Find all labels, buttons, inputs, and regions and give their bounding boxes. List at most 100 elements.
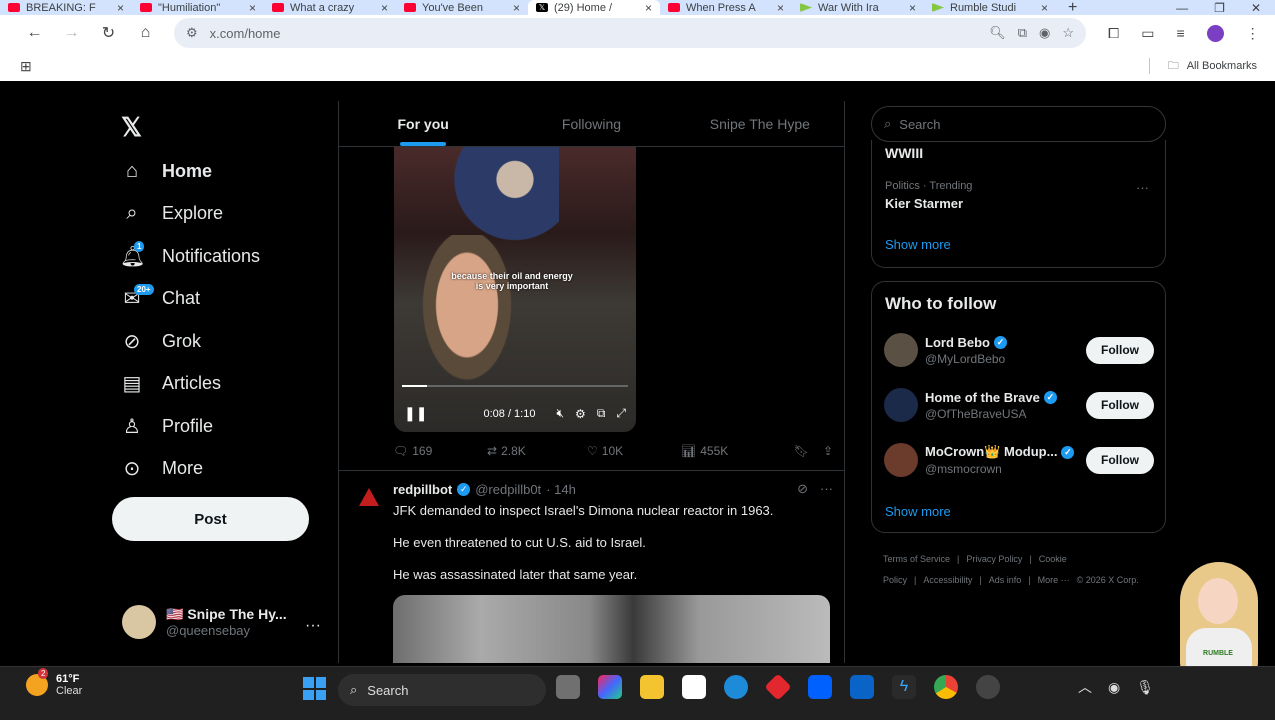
follow-suggestion[interactable]: MoCrown👑 Modup... ✓ @msmocrown Follow xyxy=(884,440,1154,480)
tab-following[interactable]: Following xyxy=(507,101,675,146)
forward-arrow-icon[interactable]: → xyxy=(55,24,88,42)
settings-gear-icon[interactable]: ⚙ xyxy=(575,407,586,421)
video-progress-bar[interactable] xyxy=(402,385,628,387)
media-controls-icon[interactable]: ≡ xyxy=(1176,25,1184,41)
bookmark-icon[interactable]: 🔖︎ xyxy=(794,444,809,458)
fullscreen-icon[interactable]: ⤢ xyxy=(616,406,626,421)
tweet-author-name[interactable]: redpillbot xyxy=(393,482,452,497)
app-icon[interactable] xyxy=(764,673,792,701)
edge-icon[interactable] xyxy=(724,675,748,699)
restore-icon[interactable]: ❐ xyxy=(1214,1,1225,15)
lightning-app-icon[interactable]: ϟ xyxy=(892,675,916,699)
menu-kebab-icon[interactable]: ⋮ xyxy=(1246,25,1260,42)
all-bookmarks-link[interactable]: All Bookmarks xyxy=(1187,60,1257,72)
browser-tab[interactable]: When Press A × xyxy=(660,0,792,15)
follow-suggestion[interactable]: Home of the Brave ✓ @OfTheBraveUSA Follow xyxy=(884,385,1154,425)
footer-link[interactable]: Ads info xyxy=(989,575,1022,585)
avatar[interactable] xyxy=(884,443,918,477)
grok-icon[interactable]: ⊘ xyxy=(797,481,808,497)
chevron-up-icon[interactable]: ︿ xyxy=(1078,677,1092,697)
search-input[interactable]: ⌕ Search xyxy=(871,106,1166,142)
browser-tab[interactable]: BREAKING: F × xyxy=(0,0,132,15)
tweet-author-handle[interactable]: @redpillb0t xyxy=(475,482,541,497)
footer-link[interactable]: Terms of Service xyxy=(883,554,950,564)
tab-close-icon[interactable]: × xyxy=(513,1,520,15)
sidebar-item-notifications[interactable]: 🔔︎ 1 Notifications xyxy=(120,235,260,278)
file-explorer-icon[interactable] xyxy=(640,675,664,699)
back-arrow-icon[interactable]: ← xyxy=(18,24,51,42)
star-bookmark-icon[interactable]: ☆ xyxy=(1062,25,1074,41)
picture-in-picture-icon[interactable]: ⧉ xyxy=(597,406,606,421)
microphone-icon[interactable]: 🎙︎ xyxy=(1136,679,1154,696)
cast-icon[interactable]: ▭ xyxy=(1141,25,1154,42)
share-icon[interactable]: ⇪ xyxy=(823,444,833,458)
address-url[interactable]: x.com/home xyxy=(210,26,978,41)
sidebar-item-more[interactable]: ⊙ More xyxy=(120,448,260,491)
account-more-icon[interactable]: ··· xyxy=(305,617,321,635)
windows-start-icon[interactable] xyxy=(303,677,326,700)
mute-icon[interactable]: 🔇︎ xyxy=(556,406,564,421)
eye-icon[interactable]: ◉ xyxy=(1039,25,1050,41)
install-app-icon[interactable]: ⧉ xyxy=(1018,25,1027,41)
follow-name[interactable]: Lord Bebo xyxy=(925,335,990,350)
tab-snipe-the-hype[interactable]: Snipe The Hype xyxy=(676,101,844,146)
tab-close-icon[interactable]: × xyxy=(1041,1,1048,15)
obs-icon[interactable] xyxy=(976,675,1000,699)
tab-close-icon[interactable]: × xyxy=(249,1,256,15)
sidebar-item-profile[interactable]: ♙ Profile xyxy=(120,405,260,448)
extensions-icon[interactable]: ⧠ xyxy=(1108,25,1119,42)
follow-name[interactable]: Home of the Brave xyxy=(925,390,1040,405)
outlook-icon[interactable] xyxy=(850,675,874,699)
post-button[interactable]: Post xyxy=(112,497,309,541)
zoom-icon[interactable]: 🔍︎ xyxy=(989,25,1006,41)
video-player[interactable]: because their oil and energy is very imp… xyxy=(394,147,636,432)
views-button[interactable]: 📊︎ 455K xyxy=(681,444,785,458)
browser-tab[interactable]: Rumble Studi × xyxy=(924,0,1056,15)
trend-name[interactable]: WWIII xyxy=(885,145,923,161)
footer-link[interactable]: More ··· xyxy=(1038,575,1070,585)
browser-tab[interactable]: "Humiliation" × xyxy=(132,0,264,15)
follow-button[interactable]: Follow xyxy=(1086,336,1154,364)
sidebar-item-chat[interactable]: ✉ 20+ Chat xyxy=(120,278,260,321)
tweet-media[interactable] xyxy=(393,595,830,663)
weather-widget[interactable]: 2 61°F Clear xyxy=(26,668,82,697)
reply-button[interactable]: 🗨︎ 169 xyxy=(393,444,487,458)
trend-more-icon[interactable]: ··· xyxy=(1136,180,1149,195)
tweet-more-icon[interactable]: ··· xyxy=(820,481,833,497)
taskbar-search[interactable]: ⌕ Search xyxy=(338,674,546,706)
show-more-link[interactable]: Show more xyxy=(885,504,951,519)
trend-name[interactable]: Kier Starmer xyxy=(885,196,963,211)
show-more-link[interactable]: Show more xyxy=(885,237,951,252)
minimize-icon[interactable]: — xyxy=(1176,1,1188,15)
tab-close-icon[interactable]: × xyxy=(117,1,124,15)
avatar[interactable] xyxy=(884,388,918,422)
tab-close-icon[interactable]: × xyxy=(909,1,916,15)
home-button-icon[interactable]: ⌂ xyxy=(129,24,162,42)
sidebar-item-articles[interactable]: ▤ Articles xyxy=(120,363,260,406)
tab-for-you[interactable]: For you xyxy=(339,101,507,146)
task-view-icon[interactable] xyxy=(556,675,580,699)
follow-suggestion[interactable]: Lord Bebo ✓ @MyLordBebo Follow xyxy=(884,330,1154,370)
chrome-icon[interactable] xyxy=(934,675,958,699)
tab-close-icon[interactable]: × xyxy=(777,1,784,15)
follow-button[interactable]: Follow xyxy=(1086,391,1154,419)
avatar[interactable] xyxy=(884,333,918,367)
pause-icon[interactable]: ❚❚ xyxy=(404,405,427,422)
sidebar-item-grok[interactable]: ⊘ Grok xyxy=(120,320,260,363)
account-switcher[interactable]: 🇺🇸 Snipe The Hy... @queensebay xyxy=(122,605,287,639)
like-button[interactable]: ♡ 10K xyxy=(587,444,681,458)
sidebar-item-home[interactable]: ⌂ Home xyxy=(120,150,260,193)
address-bar[interactable]: ⚙ x.com/home 🔍︎ ⧉ ◉ ☆ xyxy=(174,18,1086,48)
footer-link[interactable]: Accessibility xyxy=(923,575,972,585)
browser-tab[interactable]: 𝕏 (29) Home / × xyxy=(528,0,660,15)
footer-link[interactable]: Privacy Policy xyxy=(966,554,1022,564)
tab-close-icon[interactable]: × xyxy=(645,1,652,15)
browser-tab[interactable]: What a crazy × xyxy=(264,0,396,15)
copilot-icon[interactable] xyxy=(598,675,622,699)
tray-app-icon[interactable]: ◉ xyxy=(1108,679,1120,696)
reload-icon[interactable]: ↻ xyxy=(92,23,125,43)
browser-tab[interactable]: You've Been × xyxy=(396,0,528,15)
apps-grid-icon[interactable]: ⊞ xyxy=(20,58,32,75)
close-window-icon[interactable]: ✕ xyxy=(1251,1,1261,15)
footer-link[interactable]: © 2026 X Corp. xyxy=(1077,575,1139,585)
